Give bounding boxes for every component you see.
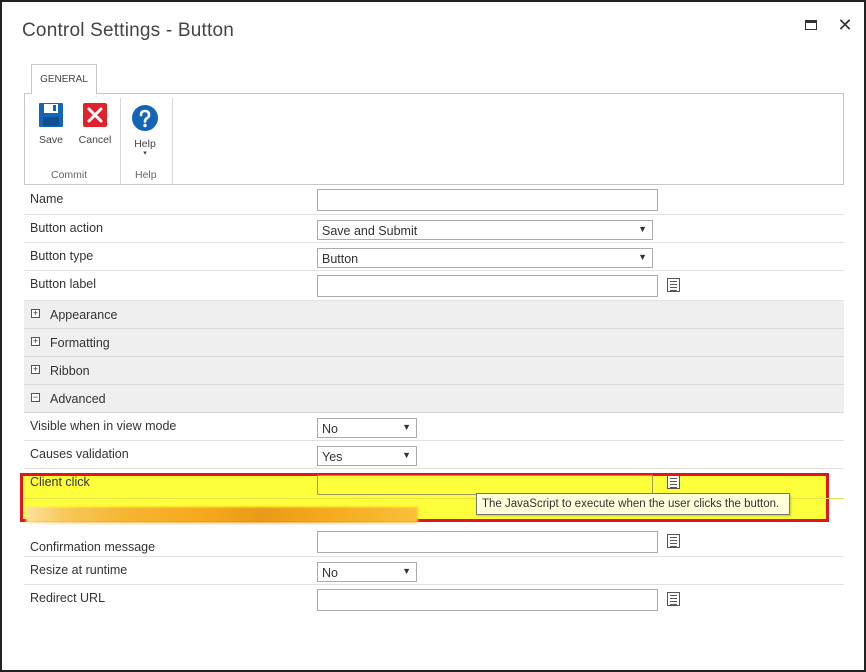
ribbon-group-help-label: Help bbox=[135, 169, 157, 181]
resize-runtime-value: No bbox=[322, 566, 338, 580]
macro-editor-icon[interactable] bbox=[667, 475, 680, 489]
client-click-label: Client click bbox=[30, 475, 90, 489]
ribbon-group-separator bbox=[172, 98, 173, 184]
dialog-title: Control Settings - Button bbox=[22, 20, 234, 41]
expand-icon: + bbox=[31, 336, 40, 346]
section-appearance[interactable]: + Appearance bbox=[24, 301, 844, 329]
section-formatting-label: Formatting bbox=[50, 336, 110, 350]
ribbon: Save Cancel Help ▾ Commit Help bbox=[24, 93, 844, 185]
resize-runtime-label: Resize at runtime bbox=[30, 563, 128, 577]
section-ribbon[interactable]: + Ribbon bbox=[24, 357, 844, 385]
resize-runtime-row: Resize at runtime No ▼ bbox=[24, 557, 844, 585]
close-button[interactable]: ✕ bbox=[834, 14, 856, 36]
redirect-url-row: Redirect URL bbox=[24, 585, 844, 615]
save-label: Save bbox=[39, 134, 63, 146]
section-advanced-label: Advanced bbox=[50, 392, 106, 406]
tab-general[interactable]: GENERAL bbox=[31, 64, 97, 94]
confirmation-message-input[interactable] bbox=[317, 531, 658, 553]
visible-view-mode-label: Visible when in view mode bbox=[30, 419, 177, 433]
button-action-select[interactable]: Save and Submit ▼ bbox=[317, 220, 653, 240]
section-ribbon-label: Ribbon bbox=[50, 364, 90, 378]
causes-validation-row: Causes validation Yes ▼ bbox=[24, 441, 844, 469]
button-type-value: Button bbox=[322, 252, 359, 266]
maximize-icon bbox=[805, 20, 817, 30]
button-action-row: Button action Save and Submit ▼ bbox=[24, 215, 844, 243]
button-label-input[interactable] bbox=[317, 275, 658, 297]
section-formatting[interactable]: + Formatting bbox=[24, 329, 844, 357]
button-label-label: Button label bbox=[30, 277, 97, 291]
name-row: Name bbox=[24, 185, 844, 215]
dropdown-arrow-icon: ▼ bbox=[638, 224, 647, 234]
dropdown-arrow-icon: ▼ bbox=[402, 450, 411, 460]
visible-view-mode-select[interactable]: No ▼ bbox=[317, 418, 417, 438]
button-action-value: Save and Submit bbox=[322, 224, 418, 238]
macro-editor-icon[interactable] bbox=[667, 534, 680, 548]
close-icon: ✕ bbox=[837, 14, 853, 35]
confirmation-message-row: Confirmation message bbox=[24, 527, 844, 557]
client-click-input[interactable] bbox=[317, 475, 653, 495]
ribbon-group-separator bbox=[120, 98, 121, 184]
resize-runtime-select[interactable]: No ▼ bbox=[317, 562, 417, 582]
button-label-row: Button label bbox=[24, 271, 844, 301]
macro-editor-icon[interactable] bbox=[667, 592, 680, 606]
causes-validation-label: Causes validation bbox=[30, 447, 129, 461]
section-appearance-label: Appearance bbox=[50, 308, 118, 322]
redirect-url-input[interactable] bbox=[317, 589, 658, 611]
dropdown-arrow-icon: ▼ bbox=[402, 566, 411, 576]
section-advanced[interactable]: − Advanced bbox=[24, 385, 844, 413]
button-type-label: Button type bbox=[30, 249, 94, 263]
confirmation-message-label: Confirmation message bbox=[30, 540, 156, 554]
dropdown-arrow-icon: ▼ bbox=[638, 252, 647, 262]
causes-validation-select[interactable]: Yes ▼ bbox=[317, 446, 417, 466]
redirect-url-label: Redirect URL bbox=[30, 591, 106, 605]
control-settings-dialog: Control Settings - Button ✕ GENERAL Save… bbox=[0, 0, 866, 672]
name-input[interactable] bbox=[317, 189, 658, 211]
cancel-button[interactable]: Cancel bbox=[75, 102, 115, 146]
visible-view-mode-row: Visible when in view mode No ▼ bbox=[24, 413, 844, 441]
chevron-down-icon: ▾ bbox=[143, 150, 147, 157]
causes-validation-value: Yes bbox=[322, 450, 343, 464]
save-icon bbox=[39, 103, 63, 127]
client-click-tooltip: The JavaScript to execute when the user … bbox=[476, 493, 790, 515]
ribbon-group-commit-label: Commit bbox=[51, 169, 88, 181]
button-type-select[interactable]: Button ▼ bbox=[317, 248, 653, 268]
redacted-row bbox=[26, 507, 418, 523]
help-icon bbox=[132, 105, 158, 131]
help-button[interactable]: Help ▾ bbox=[125, 104, 165, 157]
cancel-icon bbox=[83, 103, 107, 127]
visible-view-mode-value: No bbox=[322, 422, 338, 436]
cancel-label: Cancel bbox=[78, 134, 112, 146]
expand-icon: + bbox=[31, 364, 40, 374]
button-action-label: Button action bbox=[30, 221, 103, 235]
expand-icon: + bbox=[31, 308, 40, 318]
name-label: Name bbox=[30, 192, 64, 206]
button-type-row: Button type Button ▼ bbox=[24, 243, 844, 271]
dropdown-arrow-icon: ▼ bbox=[402, 422, 411, 432]
save-button[interactable]: Save bbox=[31, 102, 71, 146]
macro-editor-icon[interactable] bbox=[667, 278, 680, 292]
maximize-button[interactable] bbox=[800, 14, 822, 36]
collapse-icon: − bbox=[31, 392, 40, 402]
